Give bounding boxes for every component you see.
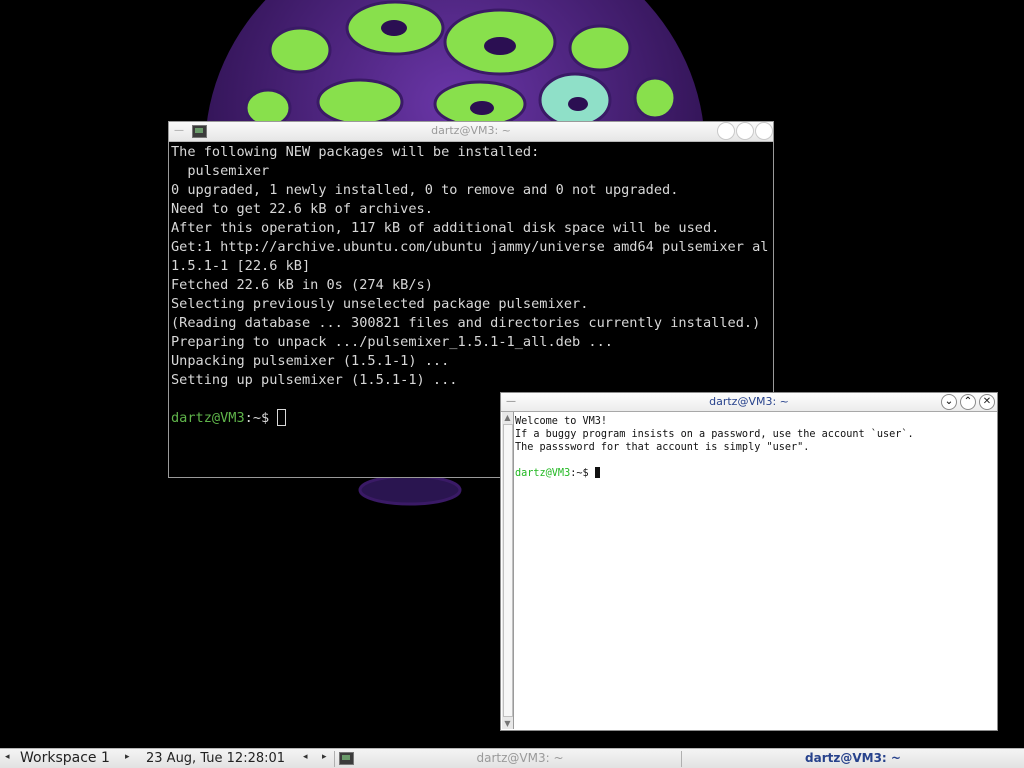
output-line: Setting up pulsemixer (1.5.1-1) ... [171,372,458,388]
scroll-thumb[interactable] [503,424,513,717]
terminal-cursor [594,467,600,478]
taskbar-task-2[interactable]: dartz@VM3: ~ [684,751,1022,765]
output-line: The passsword for that account is simply… [515,442,810,453]
terminal-cursor [277,409,287,426]
output-line: Welcome to VM3! [515,416,608,427]
taskbar: ◂ Workspace 1 ▸ 23 Aug, Tue 12:28:01 ◂ ▸… [0,748,1024,768]
close-button[interactable]: ✕ [979,394,995,410]
output-line: Preparing to unpack .../pulsemixer_1.5.1… [171,334,613,350]
taskbar-divider [681,751,682,767]
clock-next-icon[interactable]: ▸ [322,752,327,762]
taskbar-divider [334,751,335,767]
terminal-output[interactable]: Welcome to VM3! If a buggy program insist… [515,415,993,726]
output-line: If a buggy program insists on a password… [515,429,914,440]
output-line: Selecting previously unselected package … [171,296,589,312]
prompt-user: dartz@VM3 [515,468,571,479]
workspace-next-icon[interactable]: ▸ [125,752,130,762]
prompt-user: dartz@VM3 [171,410,245,426]
output-line: pulsemixer [171,163,270,179]
taskbar-task-1[interactable]: dartz@VM3: ~ [360,751,680,765]
output-line: After this operation, 117 kB of addition… [171,220,720,236]
window-titlebar[interactable]: — dartz@VM3: ~ [169,122,773,142]
prompt-path: :~$ [244,410,278,426]
prompt-path: :~$ [570,468,595,479]
window-title: dartz@VM3: ~ [709,395,789,408]
output-line: The following NEW packages will be insta… [171,144,540,160]
output-line: 0 upgraded, 1 newly installed, 0 to remo… [171,182,679,198]
maximize-button[interactable]: ⌃ [960,394,976,410]
workspace-prev-icon[interactable]: ◂ [5,752,10,762]
scroll-down-icon[interactable]: ▼ [502,718,513,729]
prompt-line[interactable]: dartz@VM3:~$ [515,467,993,480]
window-titlebar[interactable]: — dartz@VM3: ~ ⌄ ⌃ ✕ [501,393,997,412]
output-line: Unpacking pulsemixer (1.5.1-1) ... [171,353,450,369]
close-button[interactable] [755,122,773,140]
scroll-up-icon[interactable]: ▲ [502,412,513,423]
terminal-icon [339,752,354,765]
output-line: Get:1 http://archive.ubuntu.com/ubuntu j… [171,239,769,255]
minimize-button[interactable]: ⌄ [941,394,957,410]
minimize-button[interactable] [717,122,735,140]
scrollbar[interactable]: ▲ ▼ [502,412,514,729]
window-title: dartz@VM3: ~ [431,124,511,137]
output-line: 1.5.1-1 [22.6 kB] [171,258,311,274]
output-line: Need to get 22.6 kB of archives. [171,201,433,217]
maximize-button[interactable] [736,122,754,140]
terminal-window-front[interactable]: — dartz@VM3: ~ ⌄ ⌃ ✕ ▲ ▼ Welcome to VM3!… [500,392,998,731]
output-line: (Reading database ... 300821 files and d… [171,315,761,331]
clock: 23 Aug, Tue 12:28:01 [146,751,286,766]
workspace-name[interactable]: Workspace 1 [20,750,110,766]
clock-prev-icon[interactable]: ◂ [303,752,308,762]
output-line: Fetched 22.6 kB in 0s (274 kB/s) [171,277,433,293]
